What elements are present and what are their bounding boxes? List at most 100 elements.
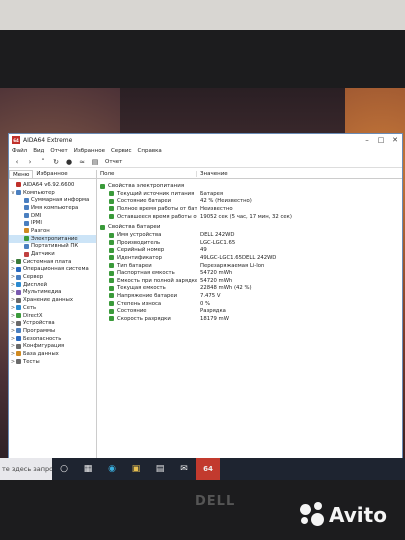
battery-icon — [109, 293, 114, 299]
tree-item[interactable]: DMI — [9, 212, 96, 220]
property-field-label: Паспортная емкость — [117, 270, 175, 277]
property-row[interactable]: Состояние батареи 42 % (Неизвестно) — [97, 198, 402, 206]
property-row[interactable]: Паспортная емкость 54720 mWh — [97, 269, 402, 277]
tree-node-icon — [24, 243, 29, 249]
property-field-label: Напряжение батареи — [117, 292, 178, 299]
tree-item[interactable]: > Системная плата — [9, 258, 96, 266]
section-header[interactable]: Свойства батареи — [97, 223, 402, 231]
menu-service[interactable]: Сервис — [111, 148, 132, 154]
file-explorer-icon[interactable]: ▣ — [124, 458, 148, 480]
section-header[interactable]: Свойства электропитания — [97, 182, 402, 190]
property-row[interactable]: Полное время работы от бат Неизвестно — [97, 205, 402, 213]
tree-item[interactable]: > Сеть — [9, 304, 96, 312]
close-button[interactable]: ✕ — [388, 136, 402, 144]
aida64-taskbar-button[interactable]: 64 — [196, 458, 220, 480]
property-row[interactable]: Производитель LGC-LGC1.65 — [97, 239, 402, 247]
back-arrow-icon[interactable]: ‹ — [12, 157, 22, 167]
up-arrow-icon[interactable]: ˄ — [38, 157, 48, 167]
tree-item[interactable]: > Устройства — [9, 319, 96, 327]
task-view-icon[interactable]: ○ — [52, 458, 76, 480]
tree-item[interactable]: > Сервер — [9, 273, 96, 281]
property-value: 19052 сек (5 час, 17 мин, 32 сек) — [200, 213, 292, 220]
tree-item[interactable]: > Конфигурация — [9, 342, 96, 350]
menu-view[interactable]: Вид — [33, 148, 44, 154]
store-icon[interactable]: ▤ — [148, 458, 172, 480]
widgets-icon[interactable]: ▦ — [76, 458, 100, 480]
tree-item-label: Устройства — [23, 320, 55, 327]
property-field-label: Имя устройства — [117, 232, 162, 239]
tree-item[interactable]: Разгон — [9, 227, 96, 235]
column-field-header[interactable]: Поле — [97, 171, 197, 177]
tree-item[interactable]: > DirectX — [9, 312, 96, 320]
edge-browser-icon[interactable]: ◉ — [100, 458, 124, 480]
tree-node-icon — [16, 336, 21, 342]
tree-item[interactable]: Датчики — [9, 250, 96, 258]
property-row[interactable]: Состояние Разрядка — [97, 307, 402, 315]
avito-watermark: Avito — [300, 502, 387, 528]
menu-favorites[interactable]: Избранное — [74, 148, 105, 154]
tree-item-label: Операционная система — [23, 266, 89, 273]
property-row[interactable]: Емкость при полной зарядке 54720 mWh — [97, 277, 402, 285]
tree-item[interactable]: > Дисплей — [9, 281, 96, 289]
property-field-label: Скорость разрядки — [117, 315, 171, 322]
tree-item[interactable]: > Безопасность — [9, 335, 96, 343]
menu-report[interactable]: Отчет — [50, 148, 67, 154]
menu-file[interactable]: Файл — [12, 148, 27, 154]
user-icon[interactable]: ● — [64, 157, 74, 167]
tree-item[interactable]: Имя компьютера — [9, 204, 96, 212]
property-field: Состояние батареи — [97, 198, 197, 204]
tree-item[interactable]: IPMI — [9, 219, 96, 227]
menu-bar: Файл Вид Отчет Избранное Сервис Справка — [9, 146, 402, 156]
battery-icon — [109, 308, 114, 314]
property-row[interactable]: Имя устройства DELL 242WD — [97, 231, 402, 239]
property-value: 7.475 V — [200, 292, 221, 299]
tree-item[interactable]: Электропитание — [9, 234, 96, 243]
tree-item[interactable]: > Хранение данных — [9, 296, 96, 304]
property-value: Перезаряжаемая Li-Ion — [200, 262, 265, 269]
tree-item[interactable]: v Компьютер — [9, 189, 96, 197]
tree-node-icon — [16, 289, 21, 295]
tree-node-icon — [24, 228, 29, 234]
property-row[interactable]: Серийный номер 49 — [97, 247, 402, 255]
property-row[interactable]: Степень износа 0 % — [97, 300, 402, 308]
column-value-header[interactable]: Значение — [197, 171, 228, 177]
property-value: 0 % — [200, 300, 211, 307]
mail-icon[interactable]: ✉ — [172, 458, 196, 480]
minimize-button[interactable]: – — [360, 136, 374, 144]
tree-item[interactable]: > Операционная система — [9, 266, 96, 274]
battery-icon — [109, 198, 114, 204]
tree-item-label: IPMI — [31, 220, 42, 227]
chart-icon[interactable]: ≈ — [77, 157, 87, 167]
tree-item[interactable]: > База данных — [9, 350, 96, 358]
property-row[interactable]: Оставшееся время работы от 19052 сек (5 ч… — [97, 213, 402, 221]
tree-item[interactable]: > Программы — [9, 327, 96, 335]
title-bar[interactable]: 64 AIDA64 Extreme – □ ✕ — [9, 134, 402, 146]
tab-favorites[interactable]: Избранное — [33, 170, 70, 178]
property-row[interactable]: Текущая емкость 22848 mWh (42 %) — [97, 285, 402, 293]
property-row[interactable]: Идентификатор 49LGC-LGC1.65DELL 242WD — [97, 254, 402, 262]
taskbar-search[interactable]: те здесь запрос — [0, 458, 52, 480]
forward-arrow-icon[interactable]: › — [25, 157, 35, 167]
tree-item[interactable]: Суммарная информа — [9, 196, 96, 204]
menu-help[interactable]: Справка — [138, 148, 162, 154]
tree-item[interactable]: > Мультимедиа — [9, 289, 96, 297]
battery-icon — [109, 247, 114, 253]
tree-item[interactable]: AIDA64 v6.92.6600 — [9, 181, 96, 189]
property-row[interactable]: Текущий источник питания Батарея — [97, 190, 402, 198]
report-icon[interactable]: ▤ — [90, 157, 100, 167]
desktop-screen: 64 AIDA64 Extreme – □ ✕ Файл Вид Отчет И… — [0, 88, 405, 480]
battery-icon — [109, 240, 114, 246]
refresh-icon[interactable]: ↻ — [51, 157, 61, 167]
tab-menu[interactable]: Меню — [9, 170, 34, 178]
tree-item[interactable]: > Тесты — [9, 358, 96, 366]
property-row[interactable]: Напряжение батареи 7.475 V — [97, 292, 402, 300]
battery-icon — [109, 285, 114, 291]
maximize-button[interactable]: □ — [374, 136, 388, 144]
property-row[interactable]: Скорость разрядки 18179 mW — [97, 315, 402, 323]
property-field-label: Степень износа — [117, 300, 162, 307]
report-button[interactable]: Отчет — [105, 159, 122, 165]
tree-item[interactable]: Портативный ПК — [9, 243, 96, 251]
navigation-pane: Меню Избранное AIDA64 v6.92.6600 v Компьют… — [9, 170, 97, 480]
property-row[interactable]: Тип батареи Перезаряжаемая Li-Ion — [97, 262, 402, 270]
property-field: Паспортная емкость — [97, 270, 197, 276]
